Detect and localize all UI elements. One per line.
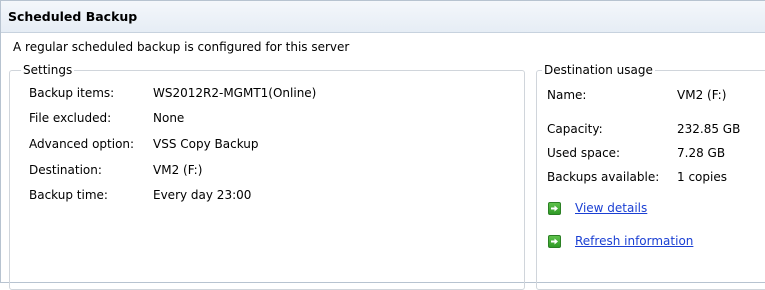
settings-group: Settings Backup items: WS2012R2-MGMT1(On… — [9, 62, 525, 290]
destination-value: 1 copies — [677, 170, 727, 184]
panel-header: Scheduled Backup — [1, 1, 765, 33]
setting-label: Destination: — [29, 163, 102, 177]
destination-value: 232.85 GB — [677, 122, 741, 136]
setting-value: Every day 23:00 — [153, 188, 252, 202]
setting-label: Advanced option: — [29, 137, 135, 151]
refresh-information-row[interactable]: Refresh information — [548, 234, 693, 248]
view-details-link[interactable]: View details — [575, 201, 647, 215]
setting-value: VM2 (F:) — [153, 163, 203, 177]
green-arrow-icon[interactable] — [548, 234, 561, 248]
green-arrow-icon[interactable] — [548, 201, 561, 215]
setting-value: None — [153, 111, 185, 125]
setting-label: File excluded: — [29, 111, 112, 125]
panel-title: Scheduled Backup — [8, 9, 138, 24]
setting-value: VSS Copy Backup — [153, 137, 259, 151]
settings-legend: Settings — [21, 62, 75, 78]
destination-value: 7.28 GB — [677, 146, 726, 160]
destination-label: Name: — [547, 88, 587, 102]
destination-value: VM2 (F:) — [677, 88, 727, 102]
refresh-information-link[interactable]: Refresh information — [575, 234, 693, 248]
destination-label: Capacity: — [547, 122, 603, 136]
setting-label: Backup items: — [29, 86, 115, 100]
setting-value: WS2012R2-MGMT1(Online) — [153, 86, 317, 100]
scheduled-backup-panel: Scheduled Backup A regular scheduled bac… — [0, 0, 765, 290]
destination-legend: Destination usage — [542, 62, 655, 78]
setting-label: Backup time: — [29, 188, 108, 202]
destination-usage-group: Destination usage Name: VM2 (F:) Capacit… — [536, 62, 765, 290]
view-details-row[interactable]: View details — [548, 201, 647, 215]
status-message: A regular scheduled backup is configured… — [13, 40, 350, 54]
destination-label: Backups available: — [547, 170, 660, 184]
destination-label: Used space: — [547, 146, 621, 160]
